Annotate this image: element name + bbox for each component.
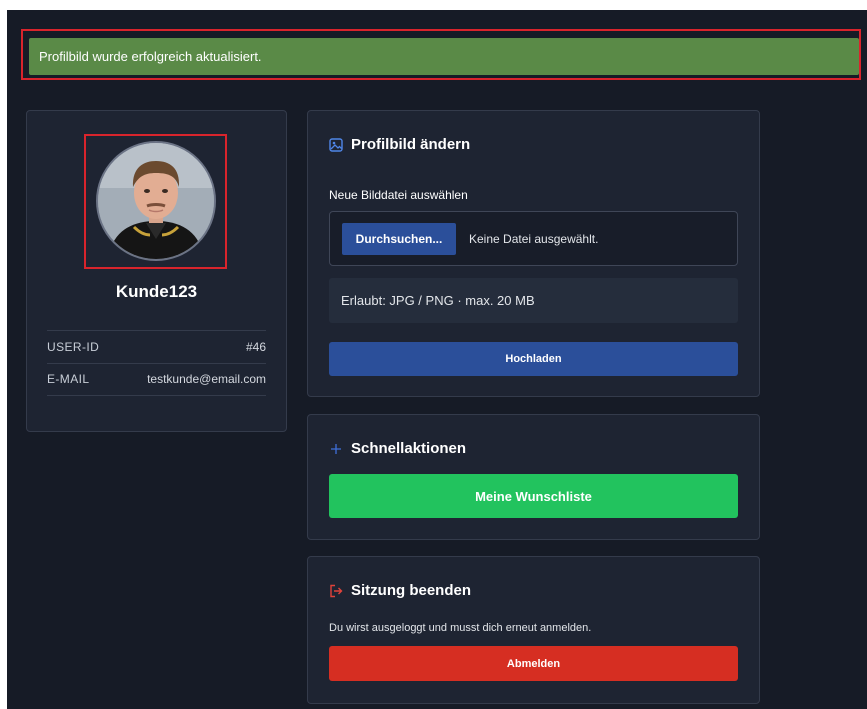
logout-card-title: Sitzung beenden <box>351 582 471 599</box>
alert-highlight: Profilbild wurde erfolgreich aktualisier… <box>21 29 861 80</box>
info-value: testkunde@email.com <box>147 372 266 386</box>
logout-card-header: Sitzung beenden <box>329 582 471 599</box>
file-constraints-hint: Erlaubt: JPG / PNG · max. 20 MB <box>329 278 738 323</box>
info-key: E-MAIL <box>47 372 90 386</box>
browse-button[interactable]: Durchsuchen... <box>342 223 456 255</box>
username: Kunde123 <box>115 282 198 301</box>
file-field-label: Neue Bilddatei auswählen <box>329 188 468 202</box>
info-row-email: E-MAIL testkunde@email.com <box>47 363 266 396</box>
info-key: USER-ID <box>47 340 100 354</box>
logout-button[interactable]: Abmelden <box>329 646 738 681</box>
logout-icon <box>329 584 343 598</box>
image-icon <box>329 137 343 152</box>
app-background: Profilbild wurde erfolgreich aktualisier… <box>7 10 867 709</box>
upload-card: Profilbild ändern Neue Bilddatei auswähl… <box>307 110 760 397</box>
info-row-user-id: USER-ID #46 <box>47 330 266 364</box>
wishlist-button[interactable]: Meine Wunschliste <box>329 474 738 518</box>
quick-actions-header: Schnellaktionen <box>329 440 466 457</box>
quick-actions-title: Schnellaktionen <box>351 440 467 457</box>
info-value: #46 <box>245 340 266 354</box>
file-input[interactable]: Durchsuchen... Keine Datei ausgewählt. <box>329 211 738 266</box>
avatar-photo <box>98 143 214 259</box>
plus-icon <box>329 442 343 456</box>
upload-card-title: Profilbild ändern <box>351 136 471 153</box>
logout-description: Du wirst ausgeloggt und musst dich erneu… <box>329 622 592 634</box>
upload-card-header: Profilbild ändern <box>329 136 470 153</box>
avatar <box>96 141 216 261</box>
profile-card: Kunde123 USER-ID #46 E-MAIL testkunde@em… <box>26 110 287 432</box>
file-status-text: Keine Datei ausgewählt. <box>469 232 599 246</box>
success-alert-text: Profilbild wurde erfolgreich aktualisier… <box>39 49 262 64</box>
logout-card: Sitzung beenden Du wirst ausgeloggt und … <box>307 556 760 704</box>
success-alert: Profilbild wurde erfolgreich aktualisier… <box>29 38 859 75</box>
quick-actions-card: Schnellaktionen Meine Wunschliste <box>307 414 760 540</box>
upload-button[interactable]: Hochladen <box>329 342 738 376</box>
avatar-highlight <box>84 134 227 269</box>
